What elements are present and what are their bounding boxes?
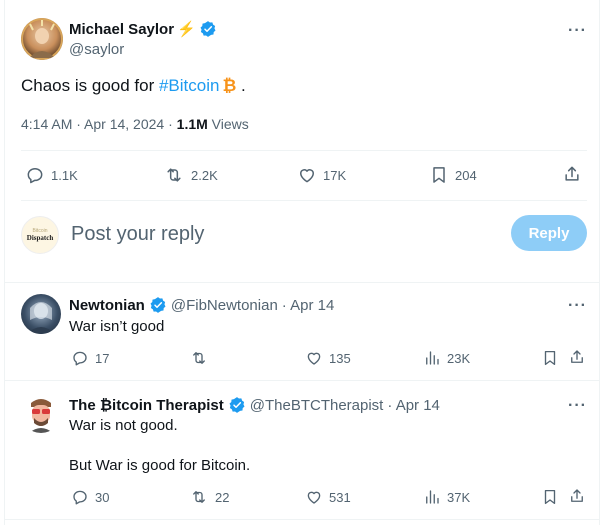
like-action[interactable]: 531	[305, 488, 351, 506]
bookmark-icon	[433, 167, 445, 183]
share-action[interactable]	[568, 487, 586, 505]
repost-action[interactable]: 2.2K	[163, 165, 218, 185]
section-divider	[5, 519, 599, 520]
reply-button[interactable]: Reply	[511, 215, 587, 251]
divider	[21, 200, 587, 201]
author-handle[interactable]: @saylor	[69, 41, 124, 58]
hashtag-link[interactable]: #Bitcoin	[159, 76, 219, 95]
tweet-text: Chaos is good for #Bitcoin ₿ .	[21, 76, 246, 96]
share-icon	[571, 350, 583, 363]
section-divider	[5, 380, 599, 381]
heart-icon	[307, 491, 321, 504]
like-count: 17K	[323, 167, 347, 183]
share-action[interactable]	[562, 164, 582, 184]
bookmark-action[interactable]	[541, 488, 559, 506]
reply-author-handle[interactable]: @FibNewtonian	[171, 297, 278, 314]
verified-badge-icon[interactable]	[199, 20, 217, 38]
reply-icon	[27, 168, 43, 184]
analytics-icon	[426, 351, 439, 365]
author-name[interactable]: Michael Saylor	[69, 21, 174, 38]
reply-author-handle[interactable]: @TheBTCTherapist	[250, 397, 384, 414]
verified-badge-icon[interactable]	[228, 396, 246, 414]
share-action[interactable]	[568, 348, 586, 366]
analytics-icon	[426, 490, 439, 504]
repost-icon	[193, 491, 205, 503]
reply-text-line2: But War is good for Bitcoin.	[69, 457, 251, 474]
conversation-panel: Michael Saylor ⚡ @saylor ··· Chaos is go…	[4, 0, 600, 525]
like-action[interactable]: 17K	[297, 165, 346, 185]
like-action[interactable]: 135	[305, 349, 351, 367]
section-divider	[5, 282, 599, 283]
timestamp[interactable]: 4:14 AM · Apr 14, 2024 ·	[21, 116, 177, 132]
divider	[21, 150, 587, 151]
reply-input[interactable]: Post your reply	[71, 223, 204, 246]
more-options-icon[interactable]: ···	[568, 397, 587, 415]
like-count: 531	[329, 489, 351, 505]
views-action[interactable]: 23K	[423, 349, 470, 367]
reply-date[interactable]: · Apr 14	[387, 397, 440, 414]
tweet-text-lead: Chaos is good for	[21, 76, 159, 95]
reply-text-line1: War is not good.	[69, 417, 178, 434]
avatar[interactable]	[21, 18, 63, 60]
reply-author-name[interactable]: The ₿itcoin Therapist	[69, 397, 224, 414]
like-count: 135	[329, 350, 351, 366]
repost-count: 2.2K	[191, 167, 218, 183]
avatar[interactable]	[21, 393, 61, 433]
reply-date[interactable]: · Apr 14	[282, 297, 335, 314]
views-count: 1.1M	[176, 116, 208, 132]
verified-badge-icon[interactable]	[149, 296, 167, 314]
bitcoin-emoji: ₿	[222, 76, 237, 95]
lightning-emoji: ⚡	[177, 21, 196, 38]
repost-action[interactable]	[189, 349, 215, 367]
composer-avatar-line2: Dispatch	[26, 234, 54, 242]
reply-icon	[73, 351, 87, 366]
reply-button-label: Reply	[528, 224, 570, 242]
reply-action[interactable]: 1.1K	[25, 165, 78, 185]
avatar[interactable]	[21, 294, 61, 334]
reply-author-name[interactable]: Newtonian	[69, 297, 145, 314]
repost-icon	[193, 352, 205, 364]
avatar-portrait-icon	[21, 18, 63, 60]
repost-count: 22	[215, 489, 230, 505]
repost-icon	[167, 168, 181, 182]
avatar-portrait-icon	[27, 302, 55, 334]
reply-count: 1.1K	[51, 167, 78, 183]
bookmark-action[interactable]: 204	[429, 165, 477, 185]
views-label: Views	[207, 116, 249, 132]
share-icon	[565, 166, 579, 181]
views-count: 37K	[447, 489, 471, 505]
bookmark-icon	[544, 350, 556, 366]
reply-icon	[73, 490, 87, 505]
reply-count: 30	[95, 489, 110, 505]
avatar-portrait-icon	[29, 399, 53, 433]
reply-action[interactable]: 17	[71, 349, 109, 367]
tweet-text-tail: .	[236, 76, 246, 95]
bookmark-action[interactable]	[541, 349, 559, 367]
reply-action[interactable]: 30	[71, 488, 109, 506]
bookmark-count: 204	[455, 167, 477, 183]
heart-icon	[300, 169, 314, 183]
views-count: 23K	[447, 350, 471, 366]
reply-text: War isn’t good	[69, 318, 165, 335]
reply-count: 17	[95, 350, 110, 366]
bookmark-icon	[544, 489, 556, 505]
more-options-icon[interactable]: ···	[568, 22, 587, 40]
views-action[interactable]: 37K	[423, 488, 470, 506]
composer-avatar[interactable]: Bitcoin Dispatch	[21, 216, 59, 254]
heart-icon	[307, 352, 321, 365]
tweet-meta: 4:14 AM · Apr 14, 2024 · 1.1M Views	[21, 116, 249, 132]
more-options-icon[interactable]: ···	[568, 297, 587, 315]
share-icon	[571, 489, 583, 502]
repost-action[interactable]: 22	[189, 488, 229, 506]
